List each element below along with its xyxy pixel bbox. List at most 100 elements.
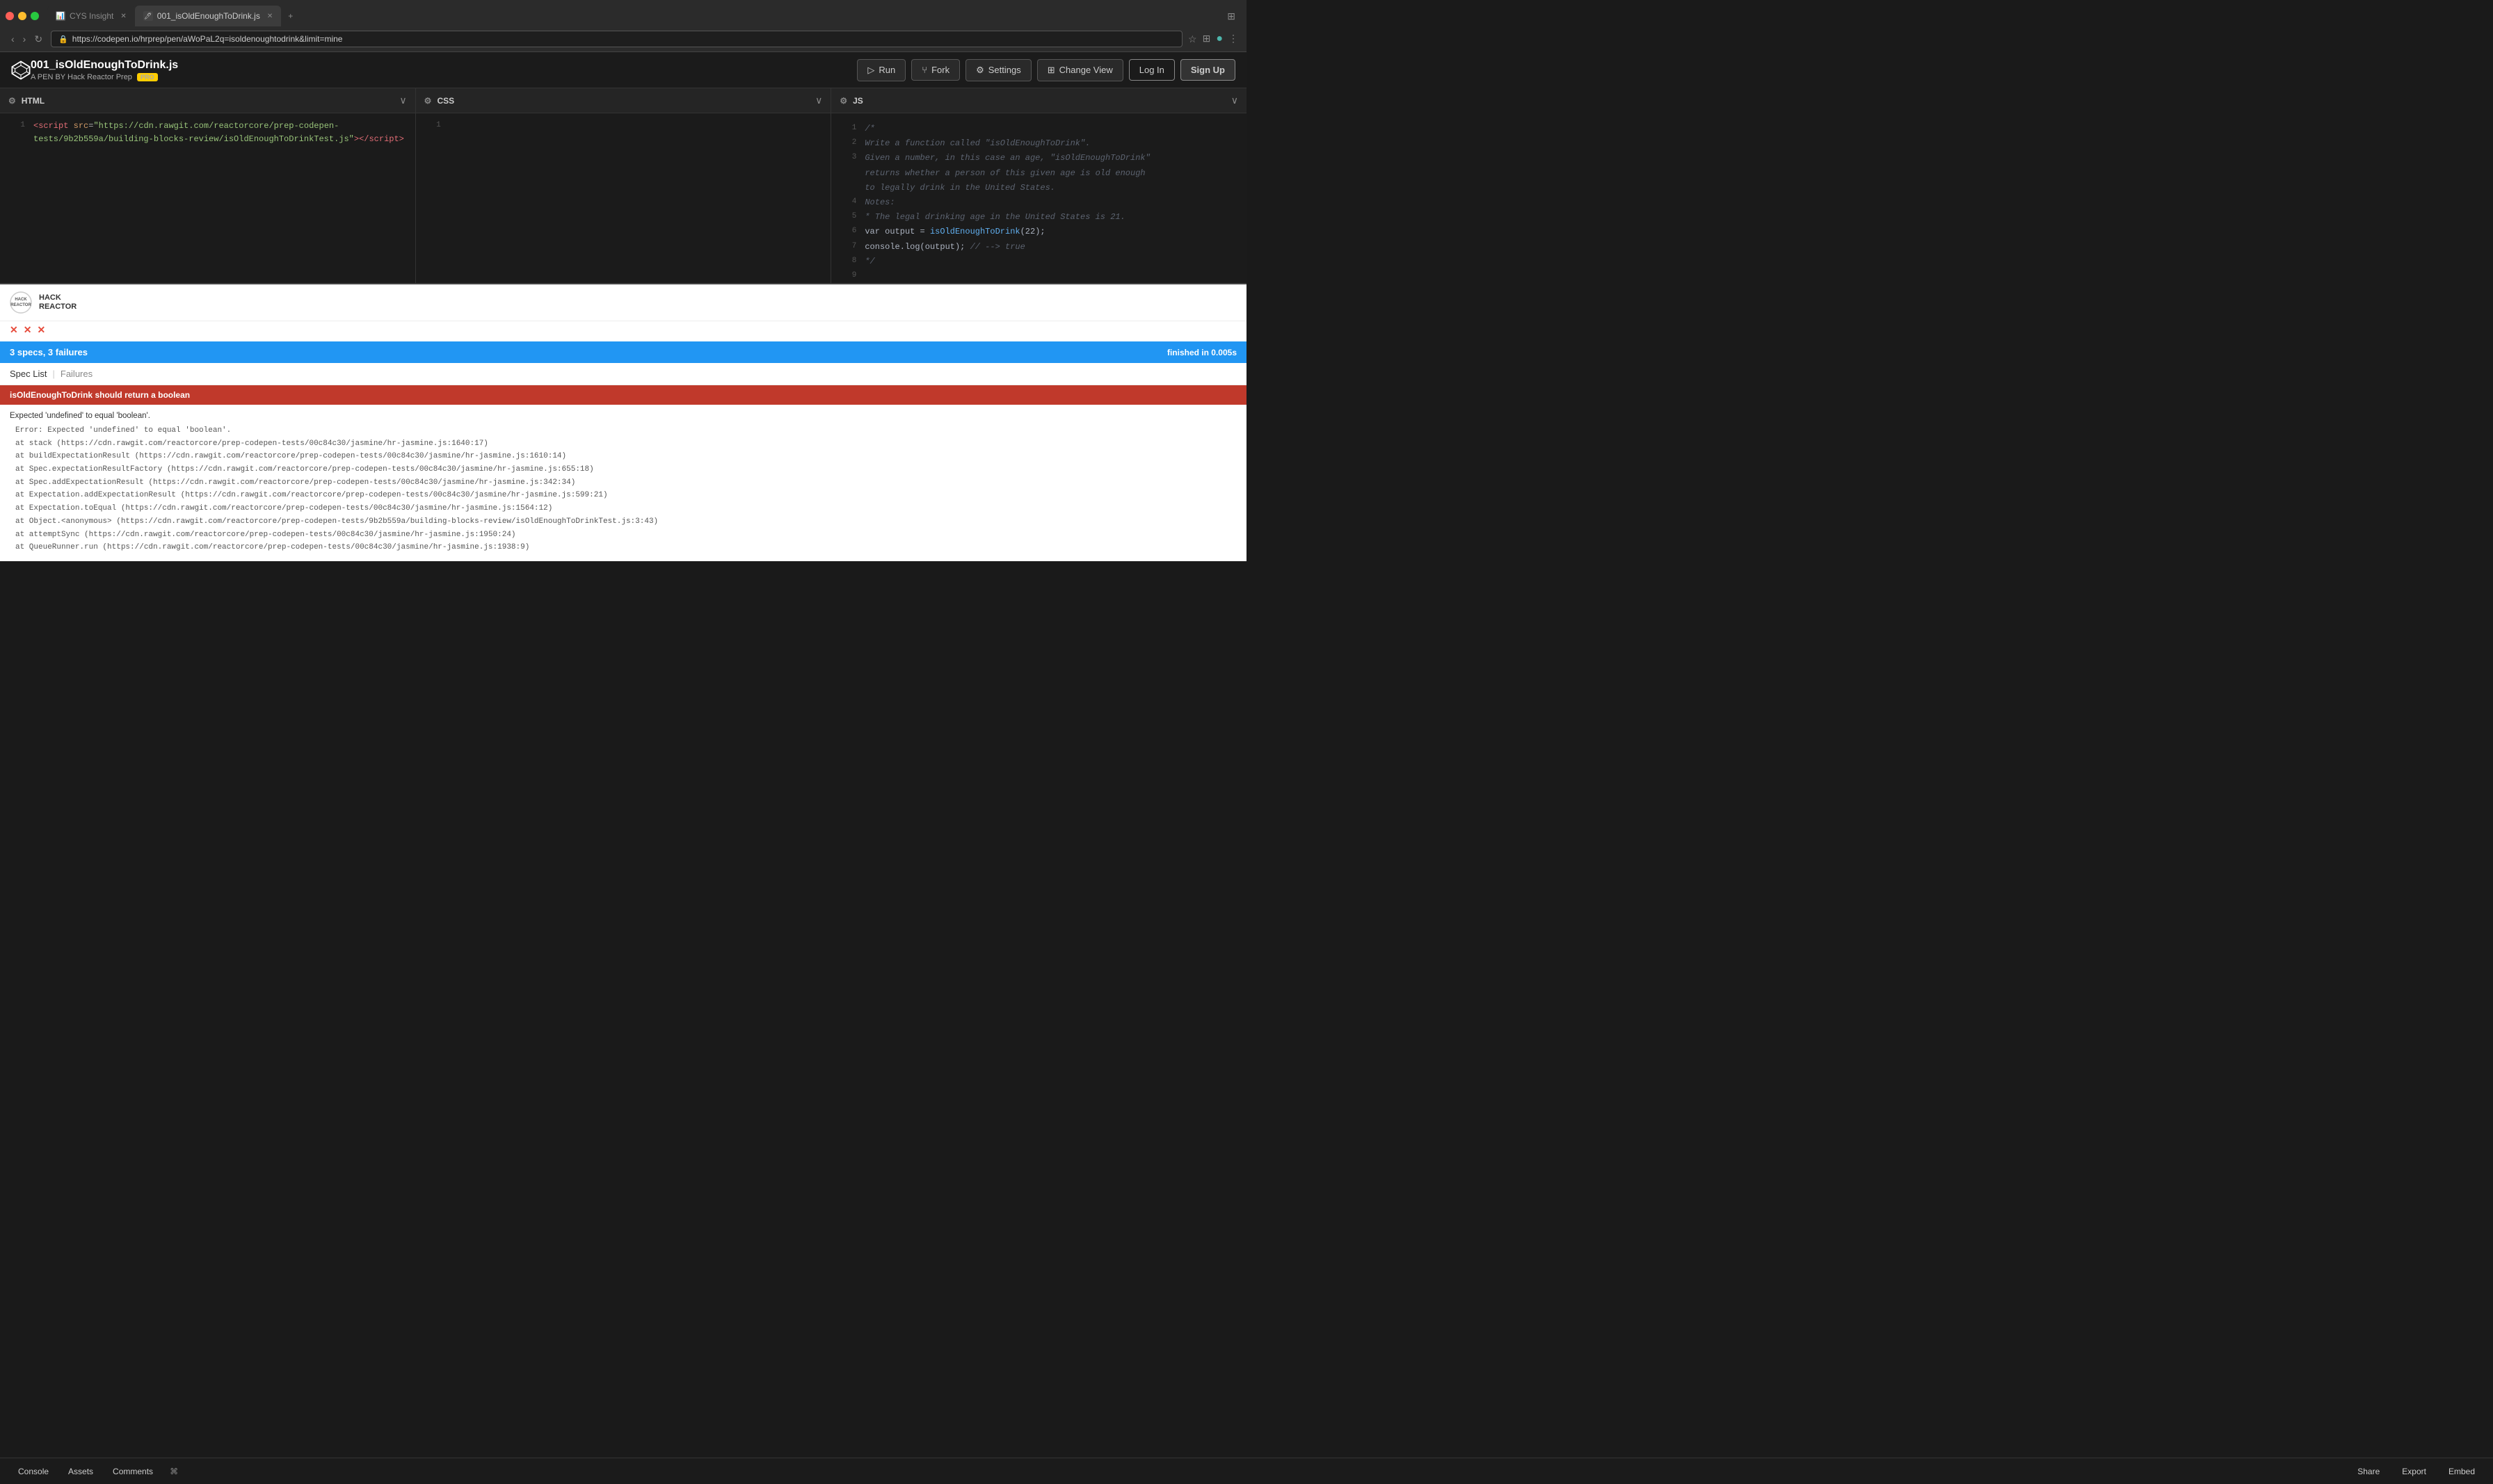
extensions-icon[interactable]: ⊞ (1203, 33, 1211, 45)
fork-icon: ⑂ (922, 65, 927, 75)
codepen-header: 001_isOldEnoughToDrink.js A PEN BY Hack … (0, 52, 1246, 88)
css-collapse-icon[interactable]: ∨ (815, 95, 822, 106)
svg-text:REACTOR: REACTOR (10, 303, 31, 307)
tab-close-1[interactable]: ✕ (120, 13, 126, 20)
window-controls: ⊞ (1221, 10, 1241, 22)
x-marks-row: ✕ ✕ ✕ (0, 321, 1246, 341)
stack-line-7: at Object.<anonymous> (https://cdn.rawgi… (10, 515, 1237, 529)
html-gear-icon[interactable]: ⚙ (8, 96, 16, 106)
js-code-block: 1/* 2Write a function called "isOldEnoug… (831, 119, 1246, 283)
tab-title-1: CYS Insight (70, 11, 113, 21)
css-editor-header: ⚙ CSS ∨ (416, 88, 831, 113)
pen-info: 001_isOldEnoughToDrink.js A PEN BY Hack … (31, 59, 178, 81)
css-editor: ⚙ CSS ∨ 1 (416, 88, 832, 283)
js-editor: ⚙ JS ∨ 1/* 2Write a function called "isO… (831, 88, 1246, 283)
tab-bar: 📊 CYS Insight ✕ 🖊 001_isOldEnoughToDrink… (0, 0, 1246, 26)
html-editor: ⚙ HTML ∨ 1 <script src="https://cdn.rawg… (0, 88, 416, 283)
close-button[interactable] (6, 12, 14, 20)
output-area: HACK REACTOR HACKREACTOR ✕ ✕ ✕ 3 specs, … (0, 283, 1246, 561)
run-icon: ▷ (867, 65, 874, 76)
test-summary-bar: 3 specs, 3 failures finished in 0.005s (0, 341, 1246, 363)
profile-icon[interactable]: ● (1216, 33, 1223, 45)
maximize-button[interactable] (31, 12, 39, 20)
stack-line-9: at QueueRunner.run (https://cdn.rawgit.c… (10, 541, 1237, 554)
pen-author: A PEN BY Hack Reactor Prep PRO (31, 73, 178, 81)
spec-list-tab[interactable]: Spec List (10, 369, 47, 379)
stack-line-1: at stack (https://cdn.rawgit.com/reactor… (10, 437, 1237, 451)
author-name: Hack Reactor Prep (67, 73, 132, 81)
change-view-icon: ⊞ (1048, 65, 1055, 76)
css-editor-title: ⚙ CSS (424, 96, 454, 106)
x-mark-3: ✕ (37, 324, 45, 336)
js-editor-content[interactable]: 1/* 2Write a function called "isOldEnoug… (831, 113, 1246, 283)
test-duration: 0.005s (1211, 348, 1237, 357)
minimize-button[interactable] (18, 12, 26, 20)
stack-line-8: at attemptSync (https://cdn.rawgit.com/r… (10, 529, 1237, 542)
error-stack-trace: Error: Expected 'undefined' to equal 'bo… (10, 424, 1237, 554)
new-tab-button[interactable]: + (281, 6, 300, 26)
more-icon[interactable]: ⋮ (1228, 33, 1238, 45)
hack-reactor-logo: HACK REACTOR (10, 291, 32, 314)
pro-badge: PRO (137, 73, 158, 81)
js-editor-title: ⚙ JS (840, 96, 863, 106)
error-suite-1: isOldEnoughToDrink should return a boole… (0, 385, 1246, 561)
line-number: 1 (8, 120, 25, 146)
comments-tab[interactable]: Comments (103, 1461, 163, 1482)
css-editor-content[interactable]: 1 (416, 113, 831, 283)
nav-buttons: ‹ › ↻ (8, 32, 45, 47)
url-text: https://codepen.io/hrprep/pen/aWoPaL2q=i… (72, 34, 343, 44)
stack-line-2: at buildExpectationResult (https://cdn.r… (10, 450, 1237, 463)
html-collapse-icon[interactable]: ∨ (399, 95, 406, 106)
error-suite-body: Expected 'undefined' to equal 'boolean'.… (0, 405, 1246, 561)
forward-button[interactable]: › (20, 32, 29, 47)
js-collapse-icon[interactable]: ∨ (1231, 95, 1238, 106)
x-mark-2: ✕ (24, 324, 32, 336)
tab-cys-insight[interactable]: 📊 CYS Insight ✕ (47, 6, 135, 26)
settings-button[interactable]: ⚙ Settings (965, 59, 1032, 81)
embed-button[interactable]: Embed (2439, 1462, 2485, 1481)
back-button[interactable]: ‹ (8, 32, 17, 47)
failures-tab[interactable]: Failures (61, 369, 93, 379)
fork-button[interactable]: ⑂ Fork (911, 59, 960, 81)
console-tab[interactable]: Console (8, 1461, 58, 1482)
bottom-actions: Share Export Embed (2348, 1462, 2485, 1481)
change-view-button[interactable]: ⊞ Change View (1037, 59, 1123, 81)
address-bar: ‹ › ↻ 🔒 https://codepen.io/hrprep/pen/aW… (0, 26, 1246, 51)
hack-reactor-header: HACK REACTOR HACKREACTOR (0, 284, 1246, 321)
js-gear-icon[interactable]: ⚙ (840, 96, 847, 106)
bottom-tabs: Console Assets Comments ⌘ (8, 1461, 185, 1482)
share-button[interactable]: Share (2348, 1462, 2389, 1481)
spec-tabs: Spec List | Failures (0, 363, 1246, 385)
run-button[interactable]: ▷ Run (857, 59, 906, 81)
html-editor-content[interactable]: 1 <script src="https://cdn.rawgit.com/re… (0, 113, 415, 283)
traffic-lights (6, 12, 39, 20)
editors-row: ⚙ HTML ∨ 1 <script src="https://cdn.rawg… (0, 88, 1246, 283)
pen-title: 001_isOldEnoughToDrink.js (31, 59, 178, 72)
assets-tab[interactable]: Assets (58, 1461, 103, 1482)
tab-title-2: 001_isOldEnoughToDrink.js (157, 11, 260, 21)
header-actions: ▷ Run ⑂ Fork ⚙ Settings ⊞ Change View Lo… (857, 59, 1235, 81)
js-editor-header: ⚙ JS ∨ (831, 88, 1246, 113)
css-gear-icon[interactable]: ⚙ (424, 96, 432, 106)
html-code-line-1: 1 <script src="https://cdn.rawgit.com/re… (0, 119, 415, 147)
test-summary-text: 3 specs, 3 failures (10, 347, 88, 357)
error-line-main: Error: Expected 'undefined' to equal 'bo… (10, 424, 1237, 437)
tab-favicon-2: 🖊 (143, 11, 153, 21)
export-button[interactable]: Export (2392, 1462, 2436, 1481)
stack-line-6: at Expectation.toEqual (https://cdn.rawg… (10, 502, 1237, 515)
keyboard-shortcut-icon[interactable]: ⌘ (163, 1461, 185, 1482)
codepen-logo (11, 61, 31, 80)
svg-text:HACK: HACK (15, 298, 27, 302)
tab-favicon-1: 📊 (56, 11, 65, 21)
stack-line-3: at Spec.expectationResultFactory (https:… (10, 463, 1237, 476)
browser-chrome: 📊 CYS Insight ✕ 🖊 001_isOldEnoughToDrink… (0, 0, 1246, 52)
url-bar[interactable]: 🔒 https://codepen.io/hrprep/pen/aWoPaL2q… (51, 31, 1183, 47)
tab-codepen[interactable]: 🖊 001_isOldEnoughToDrink.js ✕ (135, 6, 281, 26)
bottom-bar: Console Assets Comments ⌘ Share Export E… (0, 1458, 2493, 1484)
settings-icon: ⚙ (976, 65, 984, 76)
signup-button[interactable]: Sign Up (1180, 59, 1235, 81)
bookmark-icon[interactable]: ☆ (1188, 33, 1197, 45)
login-button[interactable]: Log In (1129, 59, 1175, 81)
tab-close-2[interactable]: ✕ (267, 13, 273, 20)
reload-button[interactable]: ↻ (31, 32, 45, 47)
